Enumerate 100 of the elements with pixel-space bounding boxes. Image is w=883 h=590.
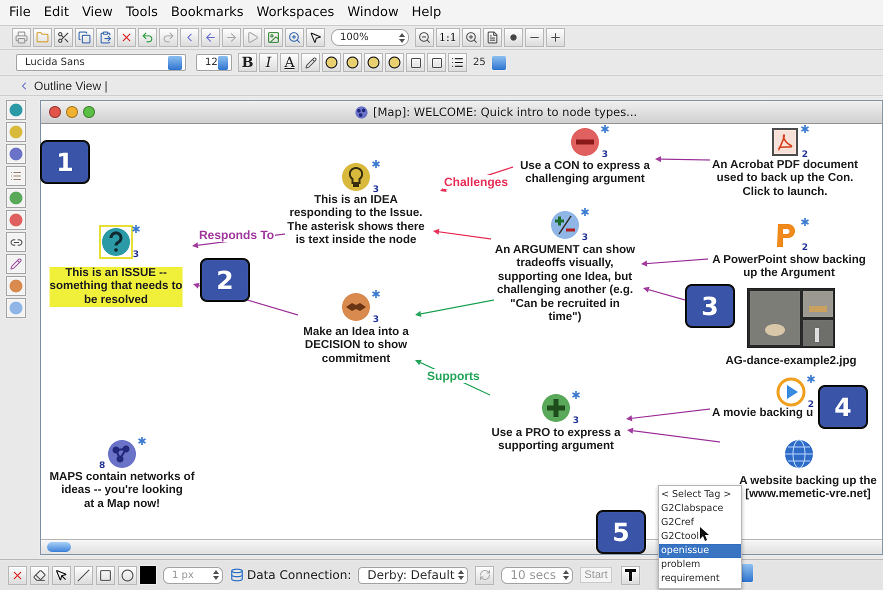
tag-menu-item[interactable]: openissue — [659, 544, 741, 558]
pencil-icon[interactable] — [301, 53, 320, 72]
text-tool-icon[interactable] — [620, 566, 640, 584]
node-label: Use a CON to express a challenging argument — [520, 160, 650, 187]
window-title: [Map]: WELCOME: Quick intro to node types... — [373, 105, 638, 119]
callout-number: 2 — [200, 258, 250, 302]
link-count: 3 — [602, 151, 608, 160]
zoom-icon[interactable] — [285, 28, 304, 47]
rectangle-icon[interactable] — [96, 566, 115, 584]
cursor-icon — [700, 527, 710, 541]
node-label: MAPS contain networks of ideas -- you're looking at a Map now! — [49, 471, 195, 512]
link-count: 3 — [372, 186, 379, 195]
tag-menu-item[interactable]: G2Clabspace — [659, 502, 741, 516]
layout-icon[interactable] — [427, 53, 446, 72]
stepper-arrows-icon — [458, 570, 464, 580]
node-label: Use a PRO to express a supporting argument — [491, 427, 621, 454]
page-icon[interactable] — [482, 28, 502, 47]
outline-view-tab[interactable]: Outline View | — [12, 78, 114, 92]
link-label: Challenges — [443, 175, 510, 189]
tag-menu-item[interactable]: G2Ctool — [659, 530, 741, 544]
tag-menu-item[interactable]: G2Cref — [659, 516, 741, 530]
link-count: 8 — [99, 462, 106, 471]
node-label: Make an Idea into a DECISION to show commitment — [303, 326, 409, 366]
callout-number: 3 — [685, 284, 735, 328]
zoom-in-icon[interactable] — [462, 28, 481, 47]
color-swatch[interactable] — [140, 566, 156, 584]
link-count: 2 — [802, 151, 808, 160]
database-icon — [230, 568, 244, 582]
node-label: This is an ISSUE -- something that needs to be resolved — [50, 267, 182, 308]
font-size-select[interactable]: 12 — [196, 54, 232, 71]
expand-icon[interactable] — [546, 28, 565, 47]
layout-icon[interactable] — [406, 53, 425, 72]
eraser-icon[interactable] — [30, 566, 49, 584]
tag-menu-item[interactable]: requirement — [659, 572, 741, 586]
scrollbar-thumb[interactable] — [47, 542, 71, 552]
delete-icon[interactable] — [8, 566, 27, 584]
link-icon[interactable] — [6, 232, 26, 252]
menu-item[interactable]: File — [9, 5, 31, 20]
paste-icon[interactable] — [96, 28, 115, 47]
node-label: An Acrobat PDF document used to back up the Con. Click to launch. — [712, 159, 858, 200]
link-count: 3 — [132, 251, 139, 260]
zoom-out-icon[interactable] — [415, 28, 434, 47]
link-label: Supports — [426, 369, 481, 383]
link-count: 2 — [802, 244, 808, 253]
callout-number: 4 — [818, 385, 868, 429]
text-color-button[interactable]: A — [280, 53, 299, 72]
scissors-icon[interactable] — [54, 28, 73, 47]
pointer-icon[interactable] — [306, 28, 325, 47]
node-label: A website backing up the [www.memetic-vre.net] — [739, 475, 877, 502]
list-icon[interactable] — [6, 166, 26, 186]
line-width-value: 25 — [472, 57, 487, 68]
image-icon[interactable] — [264, 28, 283, 47]
document-icon — [770, 127, 800, 157]
menu-item[interactable]: View — [82, 5, 113, 20]
copy-icon[interactable] — [75, 28, 94, 47]
delete-icon[interactable] — [117, 28, 136, 47]
italic-button[interactable]: I — [259, 53, 278, 72]
connector-arrow — [643, 286, 686, 301]
connector-arrow — [433, 228, 492, 240]
stepper-arrows-icon — [399, 32, 405, 42]
data-connection-select[interactable]: Derby: Default — [358, 566, 468, 584]
globe-icon — [784, 439, 814, 469]
data-connection-label: Data Connection: — [247, 568, 352, 582]
stepper-arrows-icon — [213, 570, 219, 580]
actual-size-button[interactable]: 1:1 — [436, 28, 460, 47]
menu-item[interactable]: Workspaces — [256, 5, 334, 20]
print-icon[interactable] — [12, 28, 31, 47]
menu-item[interactable]: Help — [412, 5, 442, 20]
node-label: AG-dance-example2.jpg — [726, 355, 856, 368]
menu-item[interactable]: Edit — [44, 5, 69, 20]
font-select[interactable]: Lucida Sans — [16, 54, 186, 71]
pointer-icon[interactable] — [52, 566, 71, 584]
undo-icon[interactable] — [138, 28, 157, 47]
link-count: 3 — [372, 316, 379, 325]
connector-arrow — [641, 258, 708, 267]
menu-item[interactable]: Bookmarks — [170, 5, 244, 20]
menu-item[interactable]: Window — [347, 5, 399, 20]
connector-arrow — [655, 156, 710, 162]
node-label: This is an IDEA responding to the Issue. The asterisk shows there is text inside the node — [287, 194, 425, 248]
tag-menu-item[interactable]: < Select Tag > — [659, 488, 741, 502]
menu-item[interactable]: Tools — [126, 5, 158, 20]
node-label: A movie backing u — [712, 407, 814, 420]
back-icon[interactable] — [180, 28, 199, 47]
node-label: An ARGUMENT can show tradeoffs visually, supporting one Idea, but challenging another (e.g. "Can be recruited in time") — [494, 244, 636, 324]
stepper-arrows-icon — [563, 570, 570, 580]
play-icon — [776, 377, 806, 407]
minimize-button[interactable] — [66, 106, 78, 118]
callout-number: 1 — [40, 140, 90, 184]
zoom-button[interactable] — [83, 106, 95, 118]
pencil-icon[interactable] — [6, 254, 26, 274]
line-width-stepper[interactable] — [492, 56, 506, 70]
link-count: 3 — [582, 234, 588, 243]
callout-number: 5 — [596, 510, 646, 554]
zoom-select[interactable]: 100% — [331, 29, 409, 46]
tag-menu-item[interactable]: problem — [659, 558, 741, 572]
link-label: Responds To — [198, 228, 276, 242]
line-spacing-icon[interactable] — [448, 53, 467, 72]
bold-button[interactable]: B — [238, 53, 257, 72]
collapse-icon[interactable] — [524, 28, 544, 47]
close-button[interactable] — [49, 106, 61, 118]
